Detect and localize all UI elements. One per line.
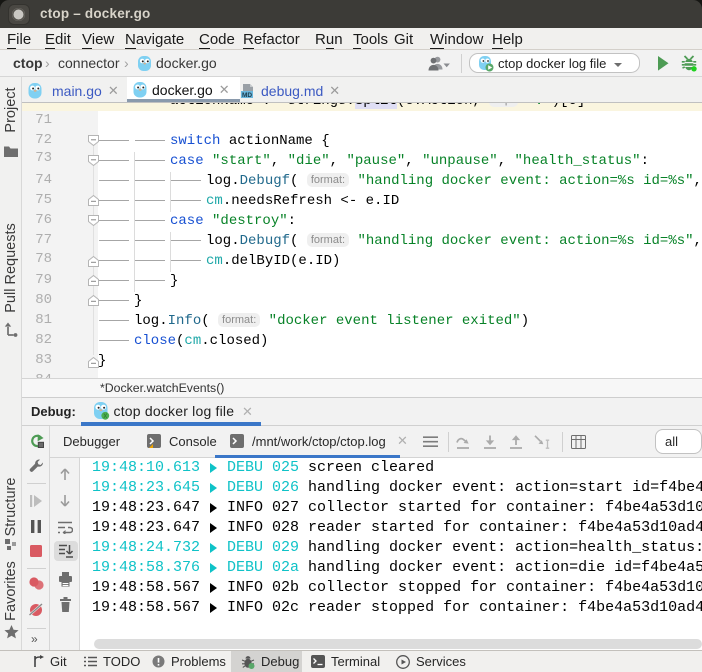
svg-text:MD: MD — [242, 92, 252, 99]
